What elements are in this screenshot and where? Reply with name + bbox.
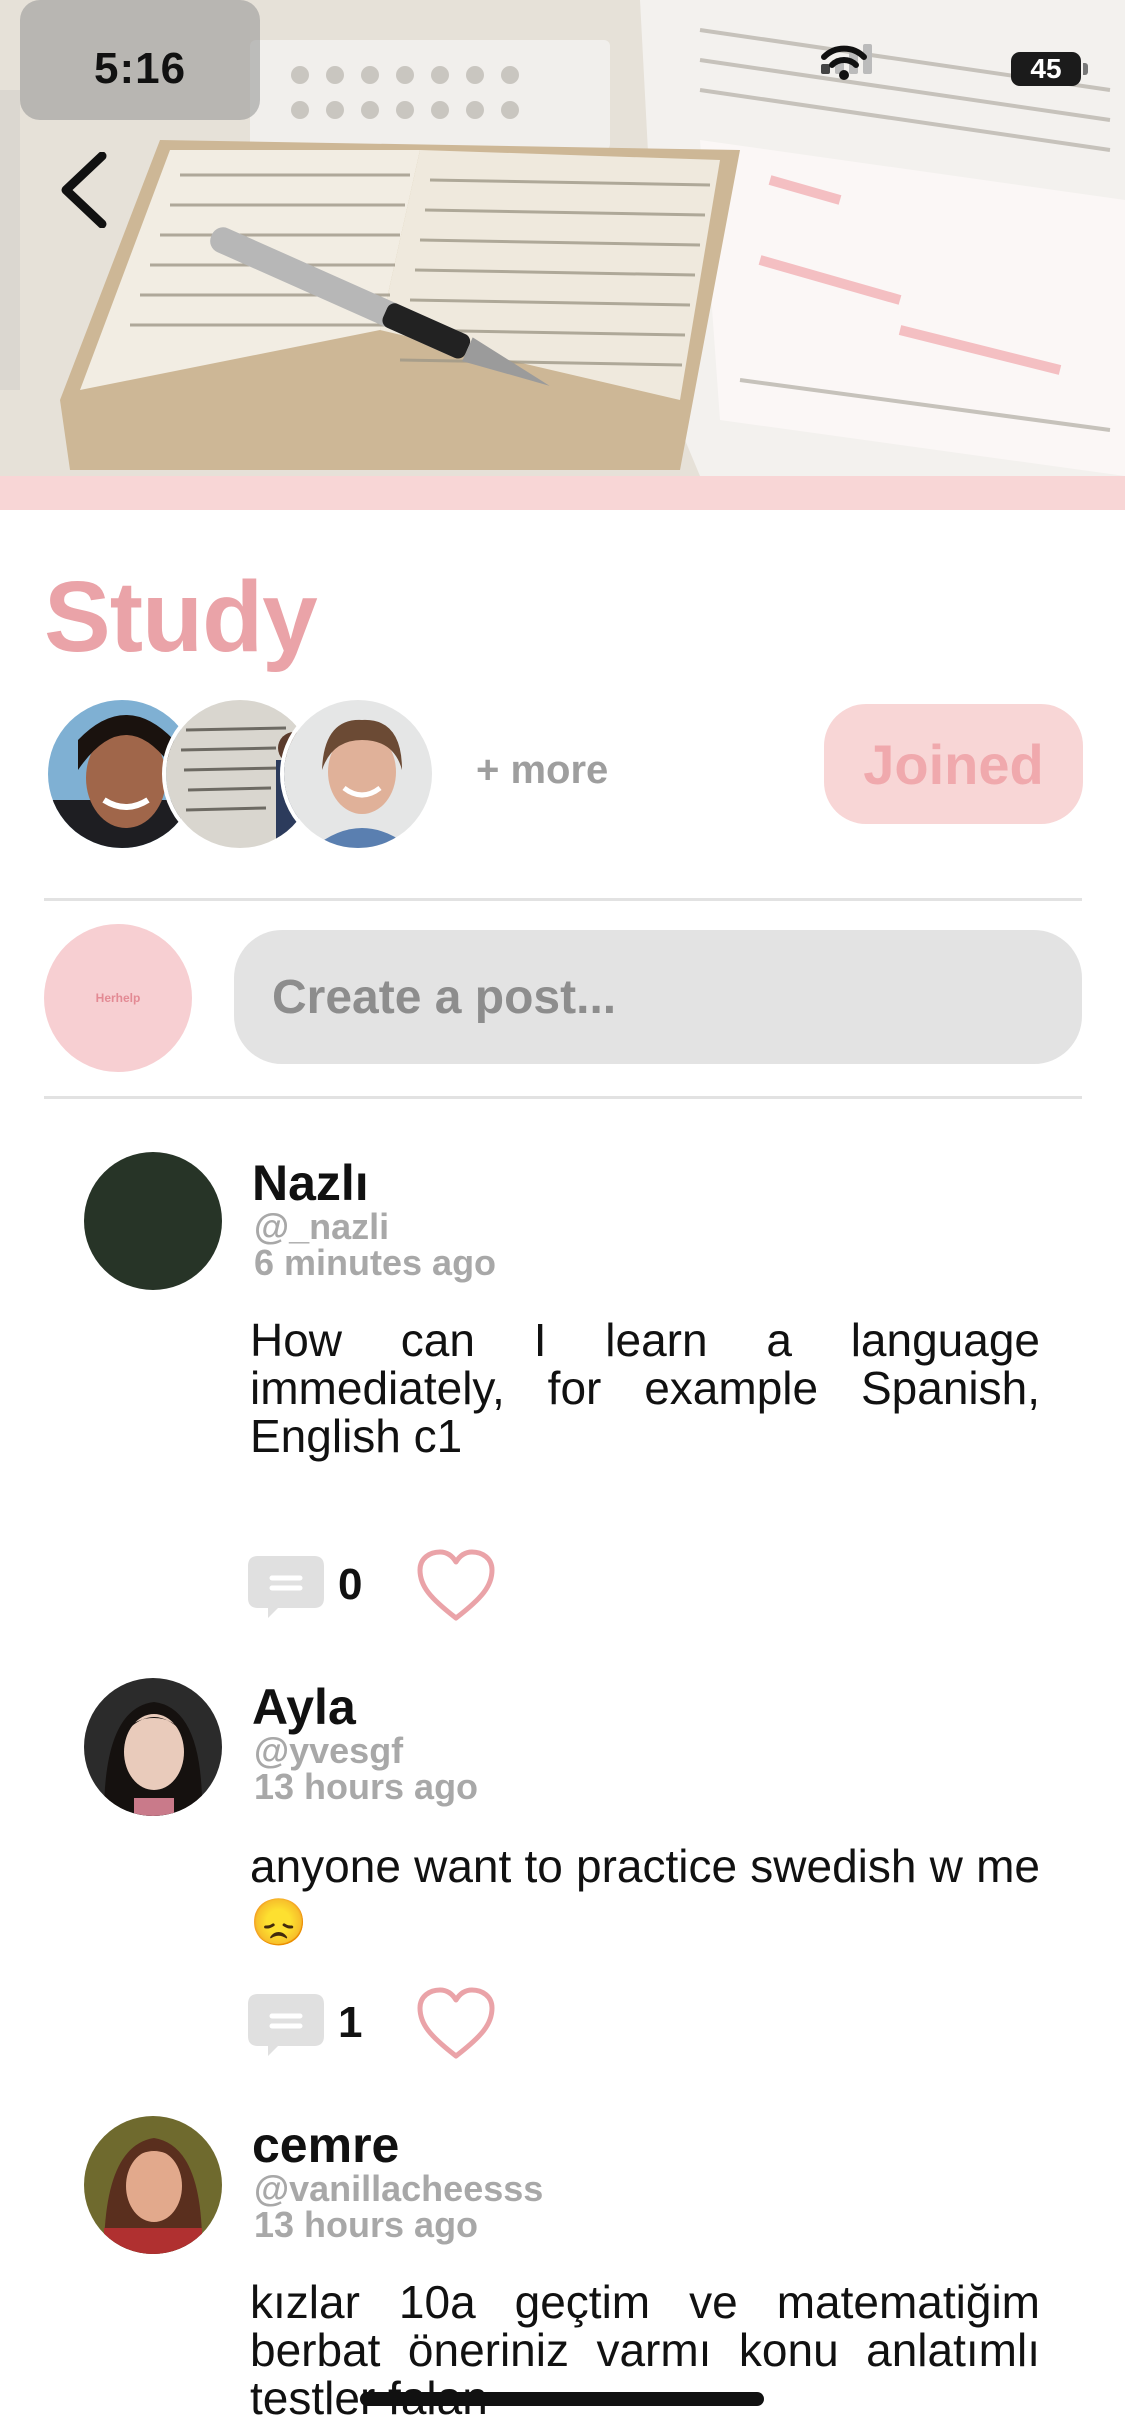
post-body: anyone want to practice swedish w me 😞 [250, 1840, 1040, 1948]
back-chevron-icon [61, 152, 107, 228]
avatar-logo-text: Herhelp [95, 991, 141, 1005]
battery-icon: 45 [1011, 52, 1081, 86]
wifi-icon [821, 45, 867, 80]
comment-icon[interactable] [248, 1994, 324, 2060]
post-timestamp: 6 minutes ago [254, 1242, 497, 1283]
post-timestamp: 13 hours ago [254, 1766, 479, 1807]
heart-icon[interactable] [416, 1548, 496, 1624]
post-timestamp: 13 hours ago [254, 2204, 479, 2245]
joined-button[interactable]: Joined [824, 704, 1083, 824]
heart-icon[interactable] [416, 1986, 496, 2062]
comment-count: 0 [338, 1560, 363, 1609]
post-author-name[interactable]: Nazlı [252, 1154, 369, 1212]
comment-count: 1 [338, 1998, 363, 2047]
battery-level: 45 [1030, 53, 1062, 84]
avatar[interactable] [84, 1678, 222, 1816]
comment-icon[interactable] [248, 1556, 324, 1622]
avatar[interactable] [84, 1152, 222, 1290]
divider [44, 898, 1082, 901]
divider [44, 1096, 1082, 1099]
header-accent-band [0, 476, 1125, 510]
page-title: Study [44, 561, 318, 673]
create-post-placeholder: Create a post... [272, 970, 617, 1024]
hero-image: 5:16 45 [0, 0, 1125, 476]
post-body: How can I learn a language immediately, … [250, 1314, 1040, 1462]
create-post-input[interactable]: Create a post... [234, 930, 1082, 1064]
current-user-avatar[interactable]: Herhelp [44, 924, 192, 1072]
avatar[interactable] [84, 2116, 222, 2254]
member-avatars[interactable] [44, 696, 464, 856]
post-author-name[interactable]: Ayla [252, 1678, 356, 1736]
avatar [280, 696, 436, 852]
post-author-name[interactable]: cemre [252, 2116, 399, 2174]
status-icons: 45 [821, 44, 1088, 92]
home-indicator[interactable] [360, 2392, 764, 2406]
more-members-link[interactable]: + more [476, 748, 608, 793]
status-time: 5:16 [94, 44, 187, 93]
back-button[interactable] [58, 152, 122, 236]
battery-tip [1083, 63, 1088, 75]
